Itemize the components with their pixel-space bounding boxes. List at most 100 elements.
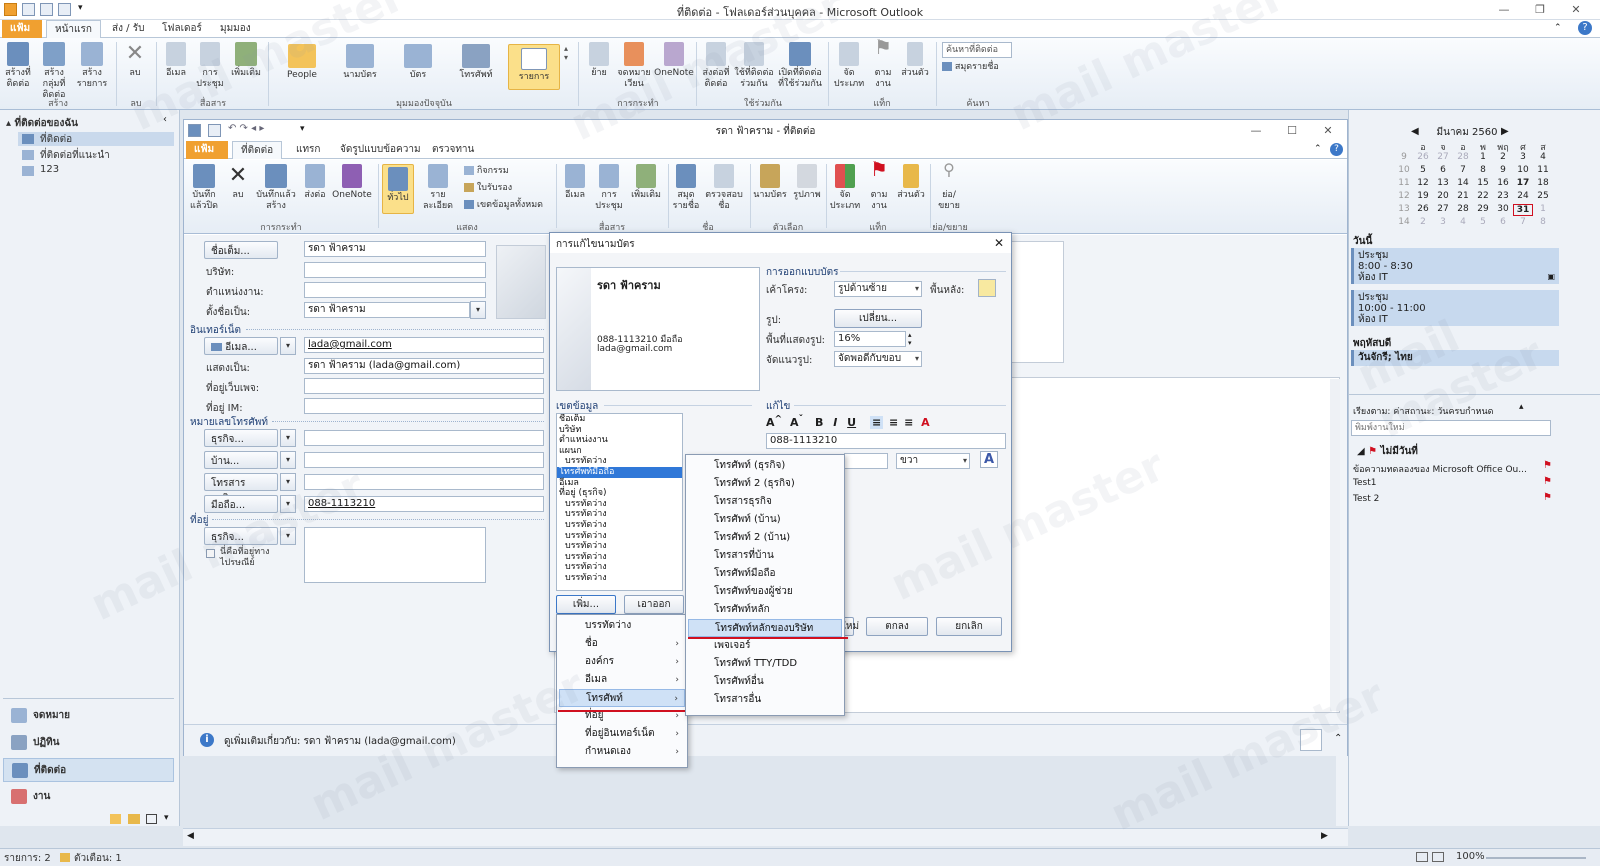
email-button[interactable]: อีเมล... [204,337,278,355]
ribbon-collapse-icon[interactable]: ⌃ [1314,144,1322,154]
calendar-day[interactable]: 27 [1433,204,1453,214]
folder-suggested-contacts[interactable]: ที่ติดต่อที่แนะนำ [18,148,174,162]
scroll-left-icon[interactable]: ◀ [187,831,194,841]
tab-view[interactable]: มุมมอง [212,20,259,38]
private-button[interactable]: ส่วนตัว [896,164,926,201]
onenote-button[interactable]: OneNote [332,164,372,201]
sort-arrow-icon[interactable]: ▴ [1519,402,1524,412]
phone-fax-dropdown[interactable]: ▾ [280,473,296,491]
delete-button[interactable]: ✕ ลบ [224,164,252,201]
calendar-day[interactable]: 21 [1453,191,1473,201]
meeting-button[interactable]: การประชุม [592,164,626,212]
share-contacts-button[interactable]: ใช้ที่ติดต่อร่วมกัน [734,42,774,90]
phone-menu-item[interactable]: โทรศัพท์ของผู้ช่วย [688,583,842,601]
follow-up-button[interactable]: ⚑ ตามงาน [868,37,898,90]
phone-menu-item[interactable]: โทรศัพท์ 2 (ธุรกิจ) [688,475,842,493]
phone-menu-item[interactable]: โทรศัพท์มือถือ [688,565,842,583]
phone-business-button[interactable]: ธุรกิจ... [204,429,278,447]
edit-field-input[interactable]: 088-1113210 [766,433,1006,449]
field-list-item[interactable]: อีเมล [557,478,682,489]
menu-item-email[interactable]: อีเมล › [559,671,685,689]
horizontal-scrollbar[interactable]: ◀ ▶ [183,828,1348,846]
forward-button[interactable]: ส่งต่อ [300,164,330,201]
phone-home-field[interactable] [304,452,544,468]
move-button[interactable]: ย้าย [584,42,614,79]
activities-button[interactable]: กิจกรรม [464,166,544,177]
ok-button[interactable]: ตกลง [866,617,928,636]
task-item[interactable]: ข้อความทดลองของ Microsoft Office Ou... [1353,462,1553,476]
avatar[interactable] [1300,729,1322,751]
menu-item-custom[interactable]: กำหนดเอง › [559,743,685,761]
calendar-day[interactable]: 14 [1453,178,1473,188]
field-list-item[interactable]: บรรทัดว่าง [557,520,682,531]
add-field-button[interactable]: เพิ่ม... [556,595,616,614]
maximize-icon[interactable]: ☐ [1280,123,1304,138]
calendar-day[interactable]: 20 [1433,191,1453,201]
calendar-day[interactable]: 6 [1433,165,1453,175]
phone-menu-item[interactable]: โทรศัพท์ TTY/TDD [688,655,842,673]
tab-file[interactable]: แฟ้ม [186,141,228,159]
phone-home-button[interactable]: บ้าน... [204,451,278,469]
label-input[interactable] [844,453,888,469]
phone-menu-item[interactable]: เพจเจอร์ [688,637,842,655]
next-month-icon[interactable]: ▶ [1501,126,1509,137]
menu-item-internet-address[interactable]: ที่อยู่อินเทอร์เน็ต › [559,725,685,743]
phone-menu-item[interactable]: โทรสารอื่น [688,691,842,709]
new-contact-button[interactable]: สร้างที่ติดต่อ [2,42,34,90]
phone-business-dropdown[interactable]: ▾ [280,429,296,447]
prev-month-icon[interactable]: ◀ [1411,126,1419,137]
phone-menu-item[interactable]: โทรศัพท์อื่น [688,673,842,691]
field-list-item[interactable]: บรรทัดว่าง [557,552,682,563]
calendar-day[interactable]: 26 [1413,152,1433,162]
new-task-input[interactable]: พิมพ์งานใหม่ [1351,420,1551,436]
show-general-button[interactable]: ทั่วไป [382,164,414,214]
calendar-day[interactable]: 28 [1453,204,1473,214]
view-people-button[interactable]: People [276,44,328,81]
zoom-slider[interactable] [1486,857,1586,859]
categorize-button[interactable]: จัดประเภท [832,42,866,90]
phone-menu-item[interactable]: โทรศัพท์หลักของบริษัท [688,619,842,637]
gallery-scroll-icon[interactable]: ▴ ▾ [564,44,568,62]
expand-people-pane-icon[interactable]: ⌃ [1334,733,1342,744]
onenote-button[interactable]: OneNote [654,42,694,79]
task-item[interactable]: Test 2 [1353,494,1379,504]
view-business-card-button[interactable]: นามบัตร [334,44,386,81]
image-area-input[interactable]: 16% [834,331,906,347]
email-button[interactable]: อีเมล [560,164,590,201]
calendar-day[interactable]: 9 [1493,165,1513,175]
phone-fax-button[interactable]: โทรสารธุรกิจ... [204,473,278,504]
phone-menu-item[interactable]: โทรศัพท์หลัก [688,601,842,619]
delete-button[interactable]: ✕ ลบ [120,42,150,79]
display-as-field[interactable]: รดา ฟ้าคราม (lada@gmail.com) [304,358,544,374]
new-items-button[interactable]: สร้างรายการ [76,42,108,90]
background-color-icon[interactable] [978,279,996,297]
scroll-right-icon[interactable]: ▶ [1321,831,1328,841]
menu-item-organization[interactable]: องค์กร › [559,653,685,671]
field-list-item[interactable]: บรรทัดว่าง [557,456,682,467]
save-new-button[interactable]: บันทึกแล้วสร้าง [254,164,298,212]
flag-icon[interactable]: ⚑ [1543,476,1552,487]
grow-font-icon[interactable]: A^ [766,413,782,429]
search-contacts-input[interactable]: ค้นหาที่ติดต่อ [942,42,1012,58]
private-button[interactable]: ส่วนตัว [900,42,930,79]
ribbon-collapse-icon[interactable]: ⌃ [1554,23,1562,33]
phone-menu-item[interactable]: โทรสารที่บ้าน [688,547,842,565]
close-icon[interactable]: ✕ [1564,2,1588,17]
field-list-item[interactable]: ที่อยู่ (ธุรกิจ) [557,488,682,499]
image-align-select[interactable]: จัดพอดีกับขอบ ▾ [834,351,922,367]
nav-contacts-button[interactable]: ที่ติดต่อ [3,758,174,782]
bold-icon[interactable]: B [815,416,823,429]
calendar-day[interactable]: 26 [1413,204,1433,214]
job-title-field[interactable] [304,282,486,298]
notes-icon[interactable] [110,814,121,824]
field-list-item[interactable]: โทรศัพท์มือถือ [557,466,682,478]
help-icon[interactable]: ? [1578,21,1592,35]
align-left-icon[interactable]: ≡ [869,415,884,429]
notes-scrollbar[interactable] [1330,379,1340,711]
im-field[interactable] [304,398,544,414]
view-phone-button[interactable]: โทรศัพท์ [450,44,502,81]
calendar-day[interactable]: 2 [1493,152,1513,162]
email-dropdown[interactable]: ▾ [280,337,296,355]
menu-item-name[interactable]: ชื่อ › [559,635,685,653]
address-field[interactable] [304,527,486,583]
